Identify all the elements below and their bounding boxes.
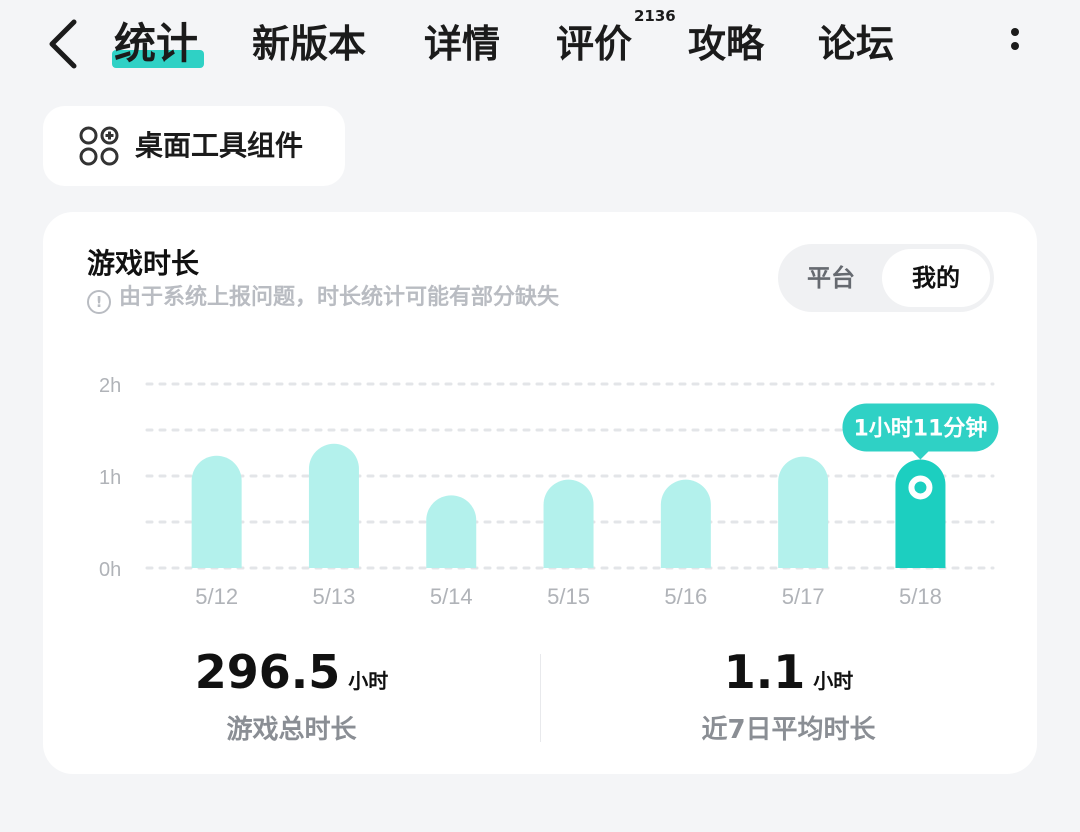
tab-forum[interactable]: 论坛 xyxy=(818,16,894,72)
x-tick-label: 5/13 xyxy=(313,584,356,609)
back-button[interactable] xyxy=(40,14,92,74)
stat-value-row: 1.1 小时 xyxy=(540,640,1037,704)
bar xyxy=(543,479,594,568)
top-tab-bar: 统计 新版本 详情 评价 2136 攻略 论坛 xyxy=(0,0,1080,90)
bar xyxy=(308,443,359,568)
chevron-left-icon xyxy=(49,19,77,69)
desktop-widget-button[interactable]: 桌面工具组件 xyxy=(43,106,345,186)
tab-label: 论坛 xyxy=(818,22,895,66)
tab-label: 攻略 xyxy=(688,22,765,66)
reviews-count-badge: 2136 xyxy=(634,7,676,25)
x-tick-label: 5/18 xyxy=(899,584,942,609)
tab-statistics[interactable]: 统计 xyxy=(114,16,198,72)
x-tick-label: 5/16 xyxy=(664,584,707,609)
bar xyxy=(426,495,477,568)
tab-label: 评价 xyxy=(556,22,633,66)
y-tick-label: 1h xyxy=(99,467,121,489)
play-time-bar-chart: 0h 1h 2h 5/12 5/13 5/14 5/15 5/16 5/17 5/18 1小时11分… xyxy=(99,375,999,609)
average-play-time-label: 近7日平均时长 xyxy=(701,715,876,745)
tooltip-label: 1小时11分钟 xyxy=(853,415,987,441)
bar xyxy=(660,479,711,568)
average-play-time-stat: 1.1 小时 近7日平均时长 xyxy=(540,640,1037,748)
tab-label: 统计 xyxy=(114,19,199,68)
more-options-button[interactable] xyxy=(1000,22,1030,66)
tooltip-pointer xyxy=(911,450,930,460)
stat-value-row: 296.5 小时 xyxy=(43,640,540,704)
total-play-time-stat: 296.5 小时 游戏总时长 xyxy=(43,640,540,748)
total-play-time-value: 296.5 xyxy=(194,645,341,699)
bar xyxy=(191,455,242,568)
tab-new-version[interactable]: 新版本 xyxy=(252,16,366,72)
more-vertical-icon xyxy=(1011,28,1019,36)
average-play-time-value: 1.1 xyxy=(723,645,806,699)
bar xyxy=(778,456,829,568)
x-tick-label: 5/12 xyxy=(195,584,238,609)
average-play-time-unit: 小时 xyxy=(813,669,854,693)
y-tick-label: 2h xyxy=(99,375,121,397)
total-play-time-label: 游戏总时长 xyxy=(226,715,357,745)
tab-label: 新版本 xyxy=(252,22,367,66)
tab-guides[interactable]: 攻略 xyxy=(688,16,764,72)
tab-label: 详情 xyxy=(424,22,501,66)
x-tick-label: 5/17 xyxy=(782,584,825,609)
total-play-time-unit: 小时 xyxy=(348,669,389,693)
tab-reviews[interactable]: 评价 xyxy=(556,16,632,72)
widget-grid-plus-icon xyxy=(79,126,119,166)
more-vertical-icon-dot xyxy=(1011,42,1019,50)
x-tick-label: 5/15 xyxy=(547,584,590,609)
widget-button-label: 桌面工具组件 xyxy=(135,129,304,162)
x-tick-label: 5/14 xyxy=(430,584,473,609)
tab-details[interactable]: 详情 xyxy=(424,16,500,72)
y-tick-label: 0h xyxy=(99,559,121,581)
play-time-card: 游戏时长 ! 由于系统上报问题，时长统计可能有部分缺失 平台 我的 0h 1h 2h 5… xyxy=(43,212,1037,774)
